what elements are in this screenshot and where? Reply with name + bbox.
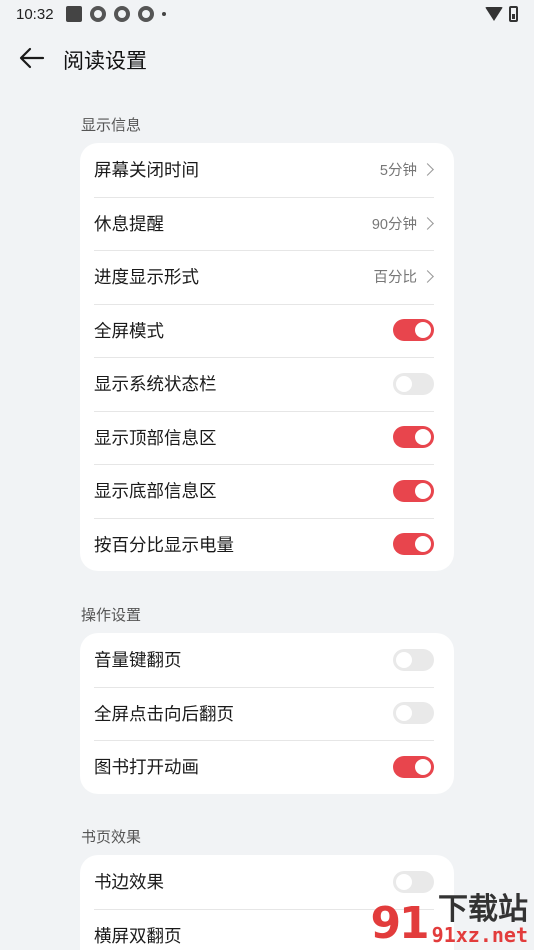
setting-label: 休息提醒 [94, 213, 164, 234]
chevron-right-icon [421, 163, 434, 177]
notification-app-icon [89, 6, 106, 22]
setting-row-screen-off-time[interactable]: 屏幕关闭时间 5分钟 [80, 143, 454, 197]
setting-value: 90分钟 [371, 216, 417, 233]
setting-row-show-top-info: 显示顶部信息区 [80, 410, 454, 465]
setting-row-show-status-bar: 显示系统状态栏 [80, 357, 454, 411]
open-animation-toggle[interactable] [393, 755, 434, 778]
status-time: 10:32 [16, 5, 54, 23]
toggle-knob [396, 705, 412, 722]
setting-label: 音量键翻页 [94, 650, 182, 671]
toggle-knob [415, 429, 431, 446]
chevron-right-icon [421, 216, 434, 230]
toggle-knob [415, 482, 431, 499]
watermark-logo: 91 [370, 898, 429, 949]
toggle-knob [415, 322, 431, 339]
tap-next-page-toggle[interactable] [393, 702, 434, 725]
setting-value: 百分比 [373, 270, 418, 287]
notification-app-icon [113, 6, 130, 22]
setting-row-tap-next-page: 全屏点击向后翻页 [80, 686, 454, 741]
show-status-bar-toggle[interactable] [393, 372, 434, 395]
arrow-left-icon [19, 47, 45, 69]
volume-key-page-toggle[interactable] [393, 648, 434, 671]
notification-icons [65, 6, 166, 22]
setting-label: 按百分比显示电量 [94, 534, 234, 555]
setting-label: 全屏点击向后翻页 [94, 703, 234, 724]
settings-card-display-info: 屏幕关闭时间 5分钟 休息提醒 90分钟 进度显示形式 百分比 全屏模式 显示系… [80, 143, 454, 571]
setting-row-show-bottom-info: 显示底部信息区 [80, 464, 454, 518]
battery-percent-toggle[interactable] [393, 533, 434, 556]
setting-row-fullscreen-mode: 全屏模式 [80, 303, 454, 358]
setting-label: 全屏模式 [94, 320, 164, 341]
page-title: 阅读设置 [63, 50, 147, 73]
back-button[interactable] [14, 42, 50, 74]
toggle-knob [396, 375, 412, 392]
system-icons [485, 6, 518, 22]
watermark-url: 91xz.net [431, 923, 528, 947]
setting-row-progress-format[interactable]: 进度显示形式 百分比 [80, 250, 454, 304]
setting-row-battery-percent: 按百分比显示电量 [80, 517, 454, 572]
show-bottom-info-toggle[interactable] [393, 479, 434, 502]
section-title-page-effect: 书页效果 [81, 829, 142, 846]
battery-icon [509, 6, 518, 22]
setting-row-open-animation: 图书打开动画 [80, 740, 454, 794]
show-top-info-toggle[interactable] [393, 426, 434, 449]
settings-card-operation: 音量键翻页 全屏点击向后翻页 图书打开动画 [80, 633, 454, 794]
setting-value: 5分钟 [379, 163, 417, 180]
setting-row-volume-key-page: 音量键翻页 [80, 633, 454, 687]
more-notifications-dot-icon [161, 12, 166, 16]
setting-label: 书边效果 [94, 872, 164, 893]
watermark-text: 下载站 91xz.net [432, 895, 528, 946]
setting-row-rest-reminder[interactable]: 休息提醒 90分钟 [80, 196, 454, 251]
section-title-display-info: 显示信息 [81, 117, 142, 134]
setting-label: 图书打开动画 [94, 757, 199, 778]
setting-label: 显示底部信息区 [94, 481, 217, 502]
toggle-knob [396, 651, 412, 668]
top-app-bar: 阅读设置 [0, 36, 534, 80]
toggle-knob [415, 536, 431, 553]
site-watermark: 91 下载站 91xz.net [364, 888, 534, 950]
wifi-icon [485, 7, 503, 21]
setting-label: 显示系统状态栏 [94, 374, 217, 395]
chevron-right-icon [421, 270, 434, 284]
notification-square-icon [65, 6, 82, 22]
status-bar: 10:32 [0, 0, 534, 28]
setting-label: 显示顶部信息区 [94, 427, 217, 448]
notification-app-icon [137, 6, 154, 22]
setting-label: 进度显示形式 [94, 267, 199, 288]
watermark-brand: 下载站 [438, 892, 528, 927]
section-title-operation: 操作设置 [81, 607, 142, 624]
setting-label: 屏幕关闭时间 [94, 160, 199, 181]
toggle-knob [415, 758, 431, 775]
fullscreen-mode-toggle[interactable] [393, 319, 434, 342]
